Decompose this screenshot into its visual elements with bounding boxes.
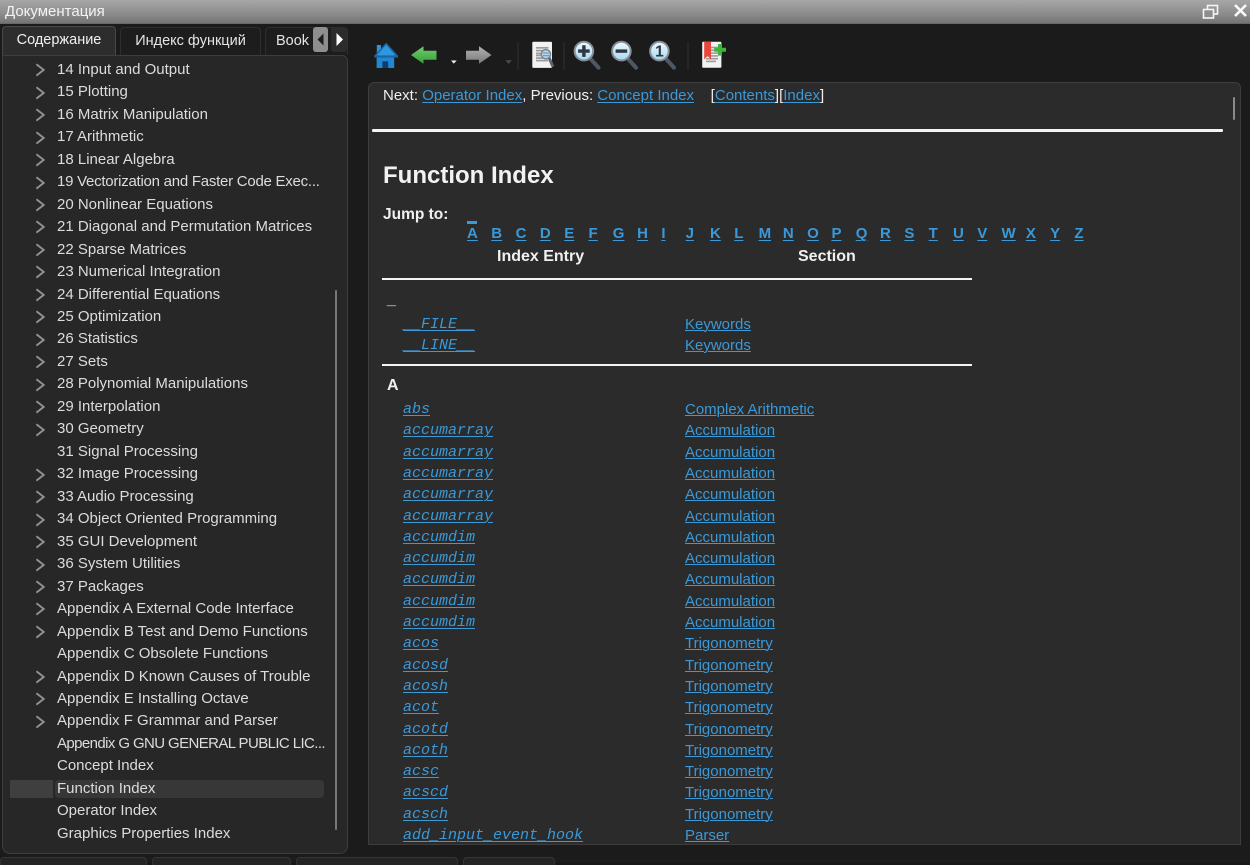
svg-text:1: 1 <box>655 44 664 61</box>
